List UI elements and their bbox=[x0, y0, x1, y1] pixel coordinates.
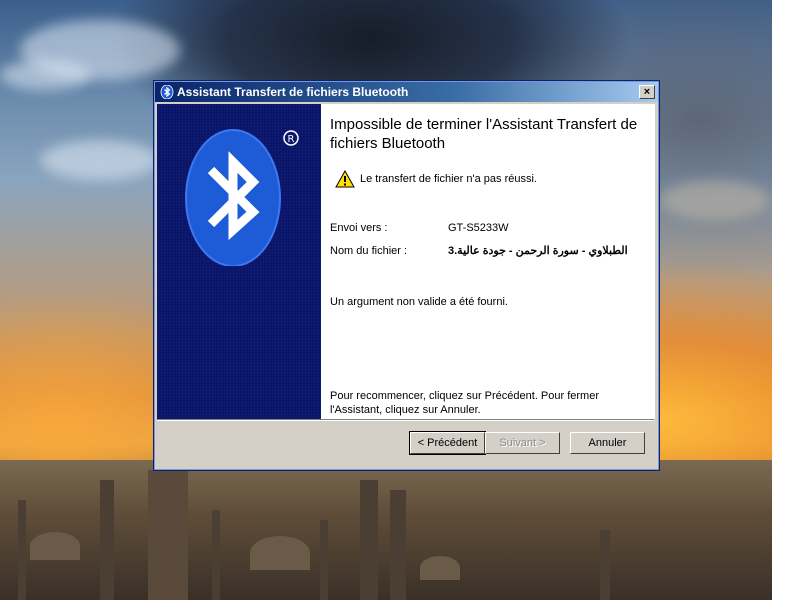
title-bar[interactable]: Assistant Transfert de fichiers Bluetoot… bbox=[155, 82, 658, 102]
svg-text:R: R bbox=[288, 134, 295, 145]
error-message: Un argument non valide a été fourni. bbox=[330, 296, 508, 308]
previous-button[interactable]: < Précédent bbox=[409, 431, 486, 455]
button-separator bbox=[157, 419, 654, 421]
bluetooth-icon bbox=[160, 84, 174, 100]
warning-text: Le transfert de fichier n'a pas réussi. bbox=[360, 173, 537, 185]
next-button[interactable]: Suivant > bbox=[485, 432, 560, 454]
bluetooth-wizard-dialog: Assistant Transfert de fichiers Bluetoot… bbox=[154, 81, 659, 470]
filename-label: Nom du fichier : bbox=[330, 245, 408, 257]
bluetooth-logo: R bbox=[185, 126, 305, 271]
screen-edge bbox=[772, 0, 800, 600]
warning-icon bbox=[335, 169, 355, 193]
page-title: Impossible de terminer l'Assistant Trans… bbox=[330, 116, 638, 152]
send-to-value: GT-S5233W bbox=[448, 222, 509, 234]
window-title: Assistant Transfert de fichiers Bluetoot… bbox=[177, 85, 409, 99]
instructions-text: Pour recommencer, cliquez sur Précédent.… bbox=[330, 390, 600, 416]
wizard-side-panel: R bbox=[157, 104, 321, 419]
cancel-button[interactable]: Annuler bbox=[570, 432, 645, 454]
close-button[interactable]: × bbox=[639, 85, 655, 99]
wizard-content-panel: Impossible de terminer l'Assistant Trans… bbox=[321, 104, 655, 419]
city-skyline bbox=[0, 460, 772, 600]
filename-value: الطبلاوي - سورة الرحمن - جودة عالية.3 bbox=[448, 245, 628, 257]
send-to-label: Envoi vers : bbox=[330, 222, 388, 234]
